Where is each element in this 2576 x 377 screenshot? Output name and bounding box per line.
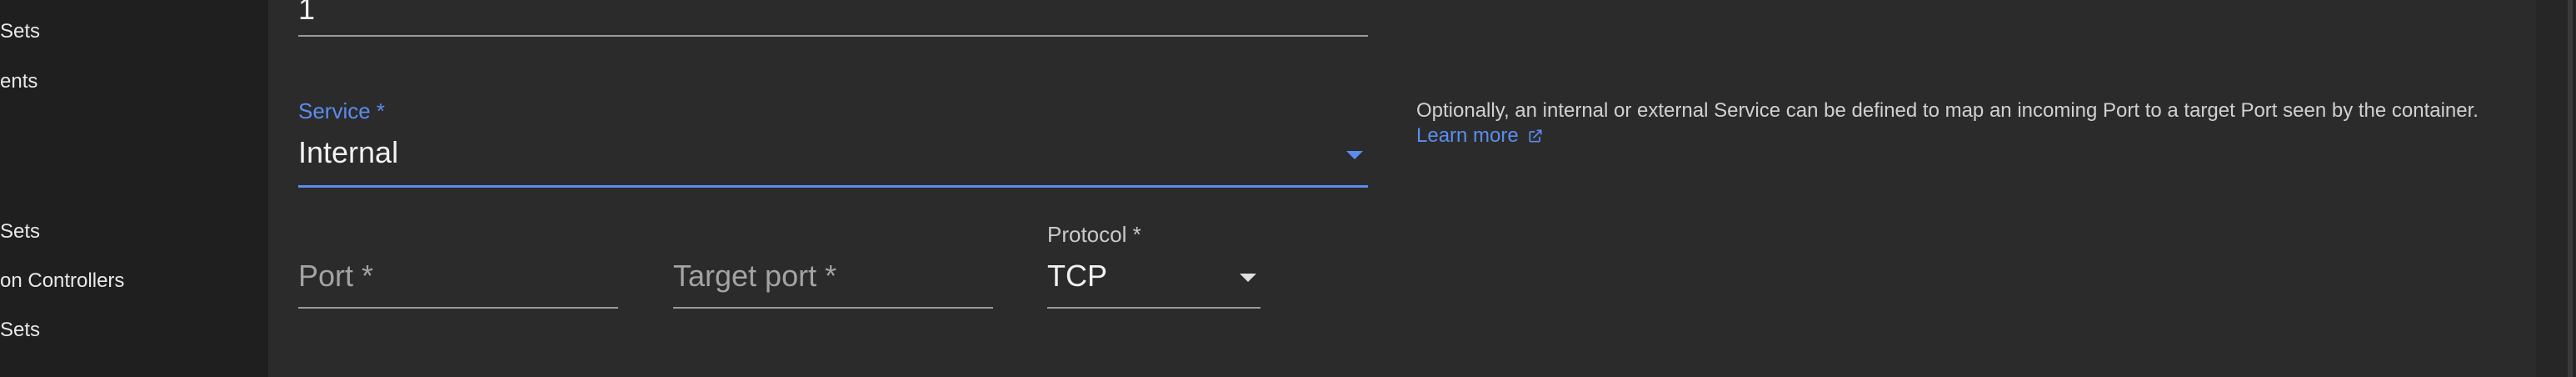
target-port-field[interactable]: Target port * [673,250,993,309]
service-value: Internal [298,135,399,169]
protocol-value: TCP [1047,259,1107,293]
learn-more-label: Learn more [1416,124,1519,147]
chevron-down-icon [1240,274,1256,282]
port-placeholder: Port * [298,259,374,293]
service-label: Service * [298,98,386,123]
sidebar-item-deployments[interactable]: ents [0,70,37,93]
sidebar-item-daemon-sets[interactable]: Sets [0,319,40,342]
replicas-field[interactable]: 1 [298,0,1368,37]
target-port-placeholder: Target port * [673,259,837,293]
protocol-select[interactable]: TCP [1047,250,1261,309]
main-content [268,0,2536,377]
port-field[interactable]: Port * [298,250,618,309]
sidebar-item-stateful-sets[interactable]: Sets [0,220,40,244]
sidebar-item-replica-sets[interactable]: Sets [0,20,40,43]
protocol-label: Protocol * [1047,222,1141,247]
scrollbar-thumb[interactable] [2568,0,2573,377]
service-help-description: Optionally, an internal or external Serv… [1416,99,2479,122]
service-help-text: Optionally, an internal or external Serv… [1416,98,2491,148]
sidebar-item-replication-controllers[interactable]: on Controllers [0,269,124,293]
service-select[interactable]: Internal [298,125,1368,188]
replicas-value: 1 [298,0,316,26]
external-link-icon [1529,129,1542,143]
chevron-down-icon [1346,151,1363,159]
learn-more-link[interactable]: Learn more [1416,124,1544,147]
sidebar: Sets ents Sets on Controllers Sets [0,0,268,377]
